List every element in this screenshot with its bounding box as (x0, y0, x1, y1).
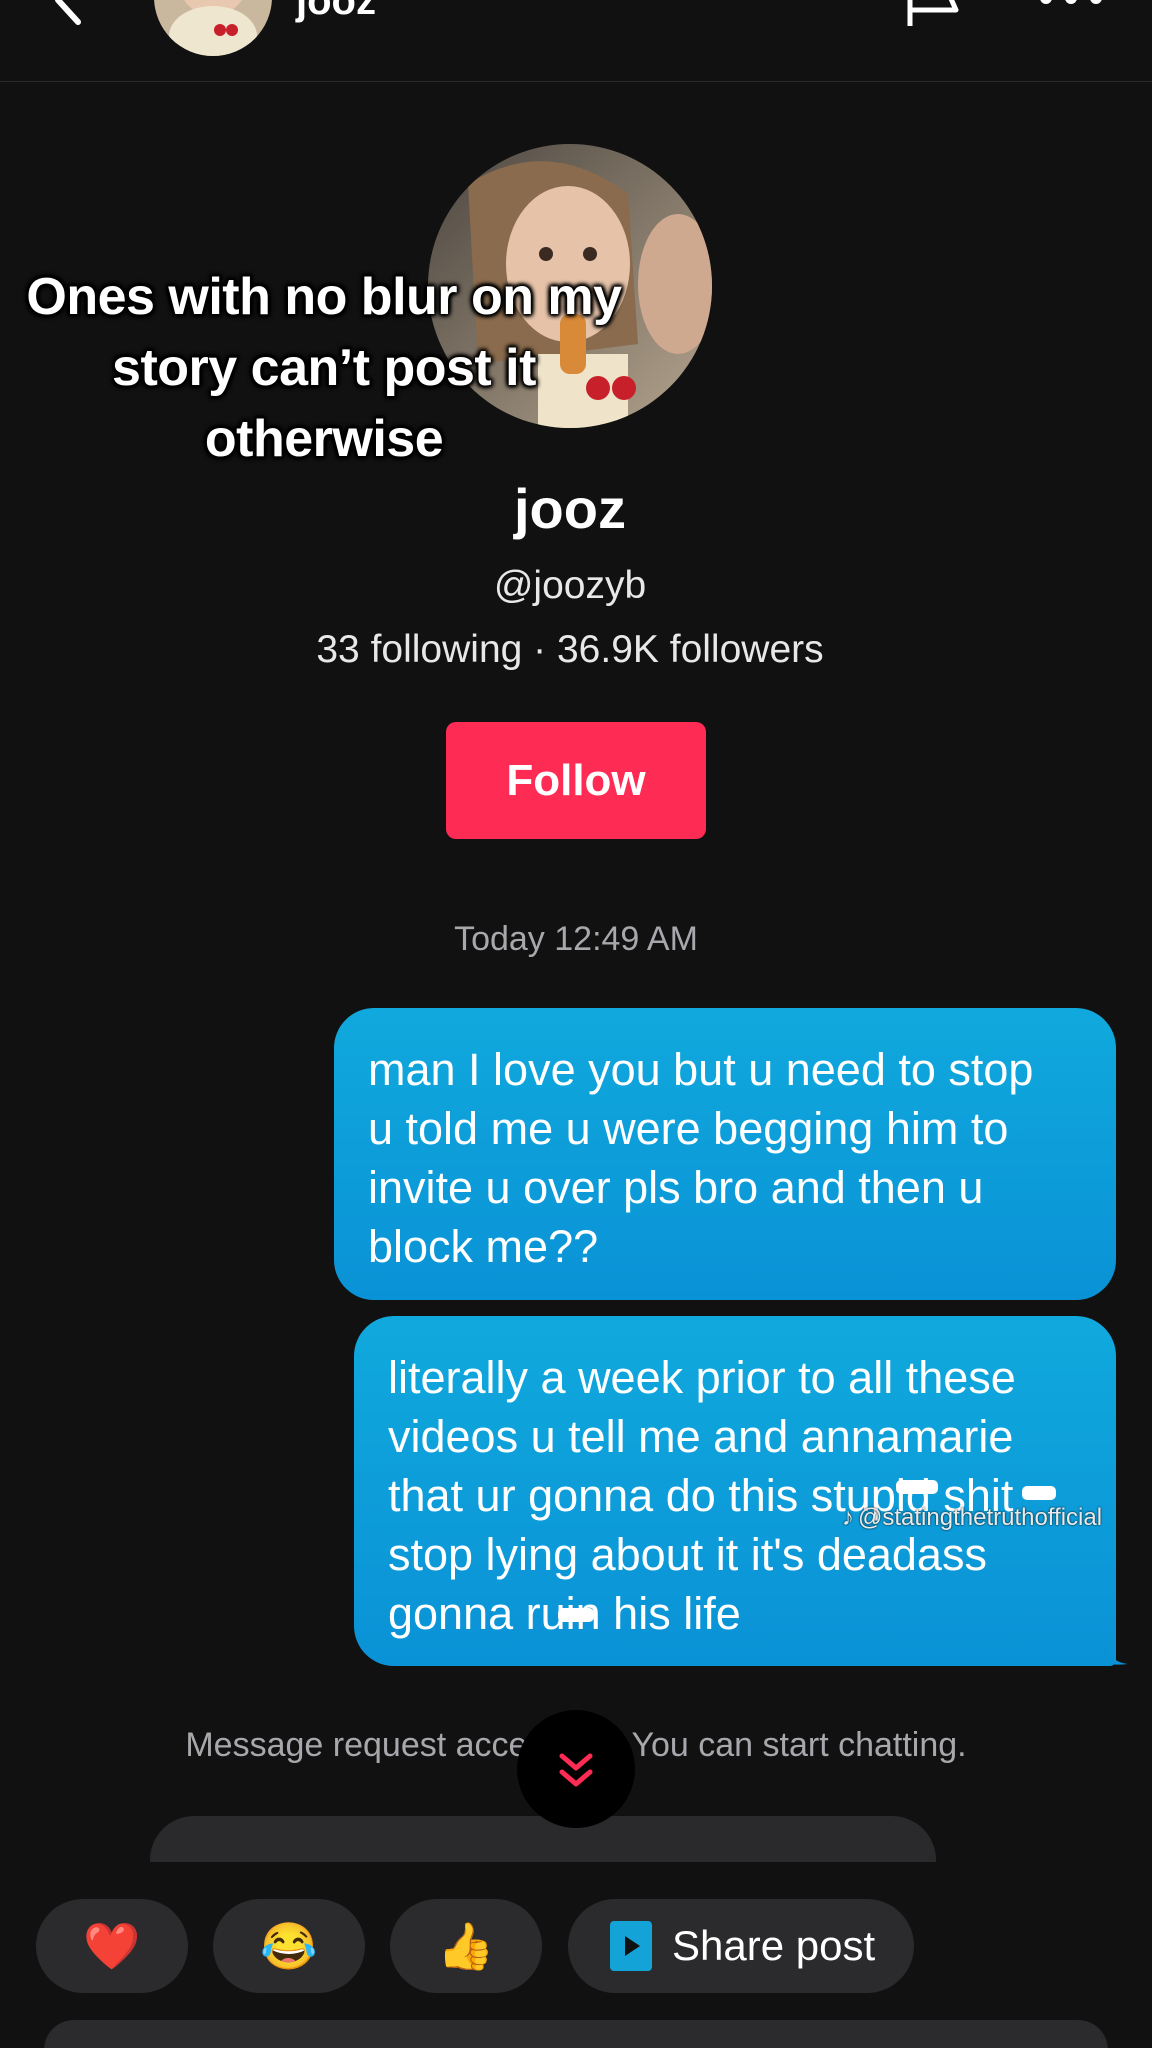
message-line: invite u over pls bro and then u (368, 1162, 984, 1213)
message-timestamp: Today 12:49 AM (454, 920, 698, 958)
chat-screen: jooz Ones with no blur on my story can’t… (0, 0, 1152, 2048)
watermark-handle: @statingthetruthofficial (858, 1504, 1103, 1531)
message-bubble-sent[interactable]: man I love you but u need to stop u told… (334, 1008, 1116, 1300)
tiktok-watermark: ♪ @statingthetruthofficial (842, 1504, 1102, 1532)
message-line: man I love you but u need to stop (368, 1044, 1034, 1095)
chevron-left-icon[interactable] (40, 0, 100, 30)
censor-mark (558, 1608, 594, 1622)
message-line: block me?? (368, 1221, 599, 1272)
bubble-tail (1104, 1640, 1128, 1665)
laugh-reaction-button[interactable]: 😂 (213, 1899, 365, 1993)
message-line: stop lying about it it's deadass (388, 1529, 987, 1580)
profile-handle: @joozyb (493, 564, 647, 607)
message-bubble-sent[interactable]: literally a week prior to all these vide… (354, 1316, 1116, 1666)
censor-mark (1022, 1486, 1056, 1500)
thumbs-up-reaction-button[interactable]: 👍 (390, 1899, 542, 1993)
share-post-icon (610, 1921, 652, 1971)
profile-stats: 33 following · 36.9K followers (316, 628, 824, 671)
tiktok-logo-icon: ♪ (842, 1504, 854, 1531)
censor-mark (896, 1480, 938, 1494)
heart-reaction-button[interactable]: ❤️ (36, 1899, 188, 1993)
flag-icon[interactable] (904, 0, 968, 28)
follow-button[interactable]: Follow (446, 722, 706, 839)
message-line: u told me u were begging him to (368, 1103, 1009, 1154)
profile-name: jooz (514, 477, 626, 540)
more-horizontal-icon[interactable] (1036, 0, 1106, 6)
system-note-right: You can start chatting. (631, 1726, 967, 1764)
scroll-to-bottom-button[interactable] (517, 1710, 635, 1828)
header-avatar[interactable] (154, 0, 272, 56)
system-note-left: Message request acce (185, 1726, 528, 1764)
caption-line: story can’t post it (112, 339, 536, 397)
message-line: literally a week prior to all these (388, 1352, 1016, 1403)
top-bar: jooz (0, 0, 1152, 82)
message-line: videos u tell me and annamarie (388, 1411, 1014, 1462)
caption-line: Ones with no blur on my (26, 268, 622, 326)
header-title: jooz (296, 0, 376, 23)
message-line: gonna ruin his life (388, 1588, 741, 1639)
share-post-button[interactable]: Share post (568, 1899, 914, 1993)
share-post-label: Share post (672, 1922, 876, 1969)
double-chevron-down-icon (559, 1753, 593, 1787)
story-caption-overlay: Ones with no blur on my story can’t post… (0, 262, 648, 475)
message-input[interactable] (44, 2020, 1108, 2048)
caption-line: otherwise (204, 410, 444, 468)
